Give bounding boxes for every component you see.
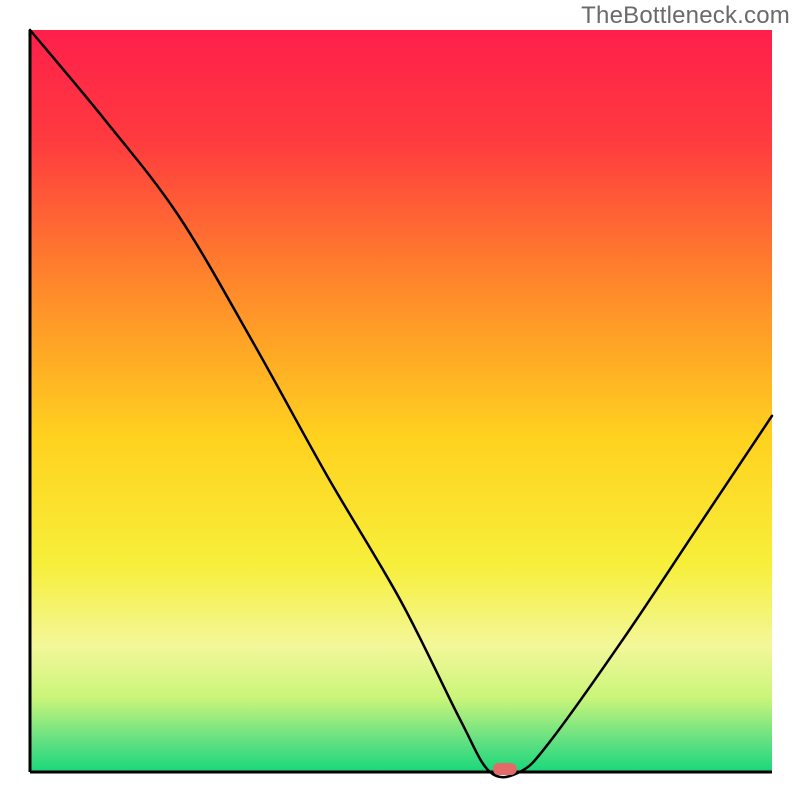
bottleneck-chart xyxy=(0,0,800,800)
plot-background xyxy=(30,30,772,772)
chart-frame: TheBottleneck.com xyxy=(0,0,800,800)
optimal-marker xyxy=(493,763,517,775)
